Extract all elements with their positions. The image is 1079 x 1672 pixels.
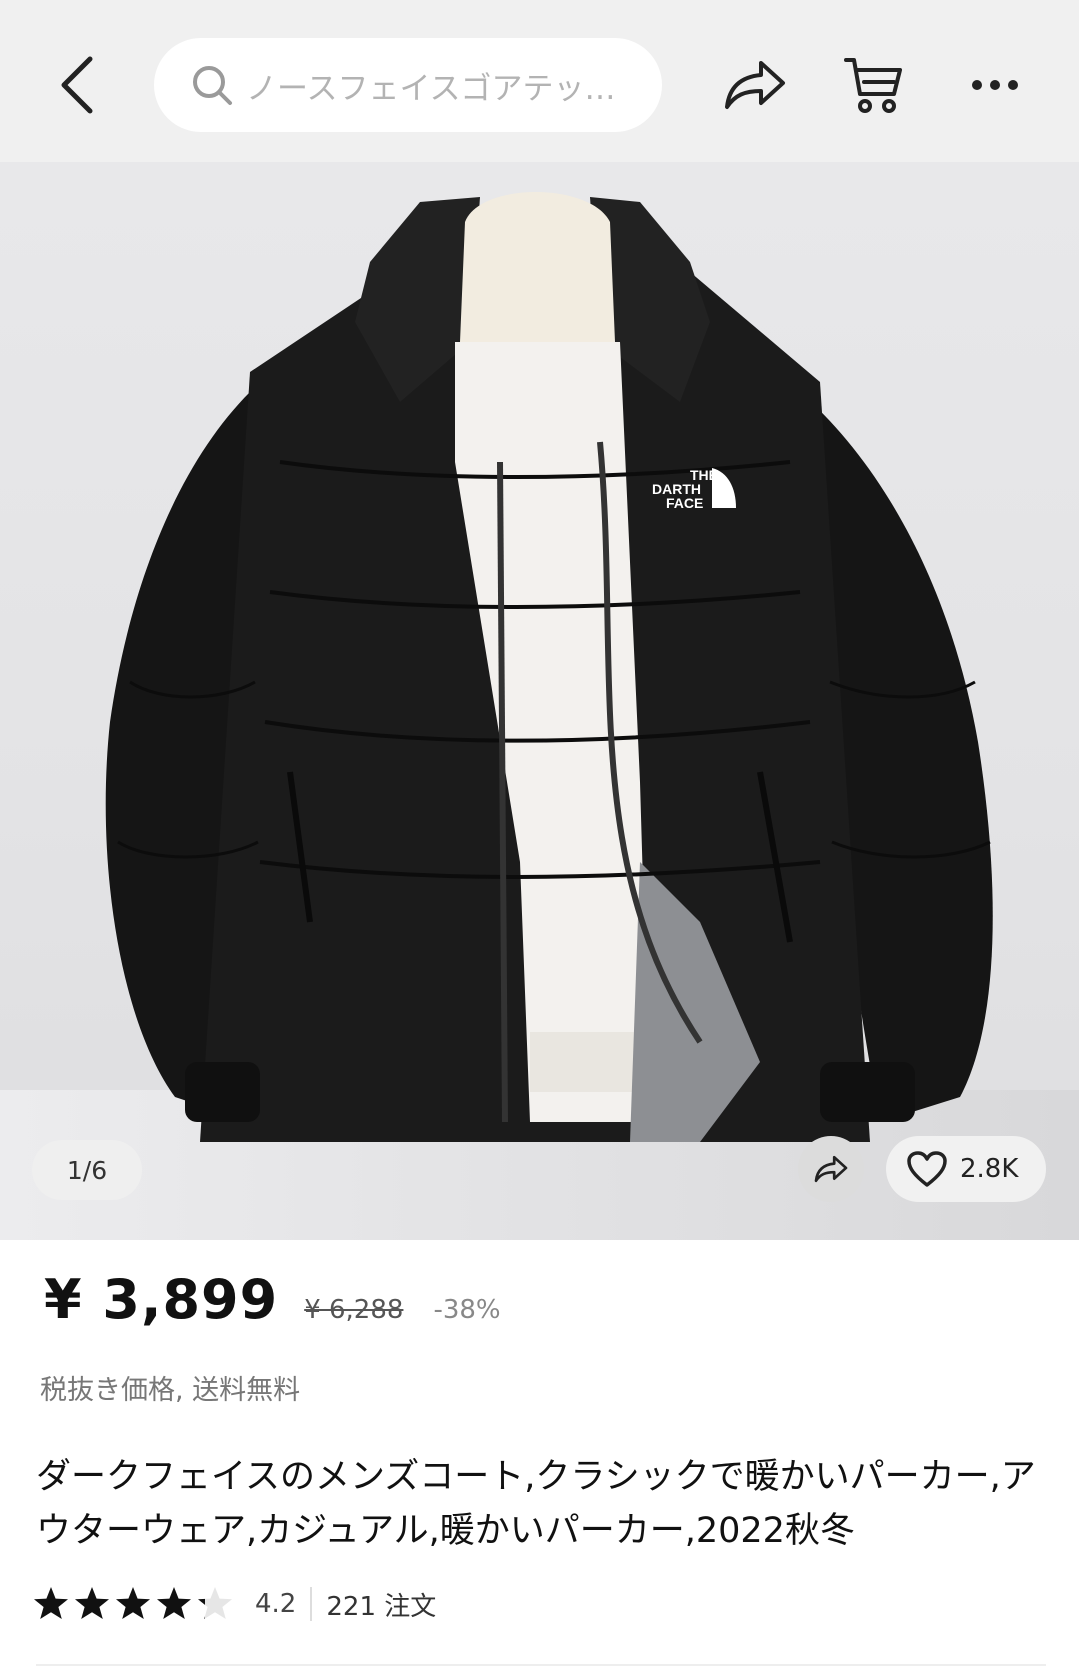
top-bar: ノースフェイスゴアテッ… (0, 0, 1079, 162)
chevron-left-icon (61, 56, 93, 114)
share-icon (814, 1155, 848, 1183)
discount-badge: -38% (433, 1295, 501, 1325)
cart-icon (844, 58, 902, 113)
rating-row[interactable]: 4.2 221 注文 (32, 1584, 436, 1624)
wishlist-button[interactable]: 2.8K (886, 1136, 1046, 1202)
image-share-button[interactable] (798, 1136, 864, 1202)
search-input[interactable]: ノースフェイスゴアテッ… (154, 38, 662, 132)
cart-button[interactable] (838, 50, 908, 120)
price-row: ¥ 3,899 ¥ 6,288 -38% (44, 1268, 501, 1331)
star-icon (198, 1587, 232, 1619)
search-placeholder: ノースフェイスゴアテッ… (246, 70, 616, 107)
share-icon (725, 61, 785, 109)
heart-icon (907, 1151, 947, 1187)
current-price: ¥ 3,899 (44, 1268, 279, 1331)
order-count: 221 注文 (326, 1591, 437, 1622)
star-icon (116, 1587, 150, 1619)
wishlist-count: 2.8K (960, 1154, 1019, 1184)
star-icon (75, 1587, 109, 1619)
product-image: THE DARTH FACE (105, 192, 993, 1142)
rating-value: 4.2 (255, 1589, 297, 1619)
divider (36, 1664, 1046, 1666)
rating-stars (32, 1585, 237, 1623)
original-price: ¥ 6,288 (304, 1295, 404, 1325)
back-button[interactable] (48, 48, 108, 122)
search-icon (193, 66, 232, 105)
product-title: ダークフェイスのメンズコート,クラシックで暖かいパーカー,アウターウェア,カジュ… (36, 1457, 1036, 1551)
star-icon (34, 1587, 68, 1619)
image-counter: 1/6 (32, 1140, 142, 1200)
more-button[interactable] (960, 50, 1030, 120)
tax-shipping-note: 税抜き価格, 送料無料 (40, 1375, 301, 1406)
divider (310, 1587, 313, 1621)
logo-text-3: FACE (666, 495, 703, 511)
product-image-gallery[interactable]: THE DARTH FACE (0, 162, 1079, 1240)
star-icon (157, 1587, 191, 1619)
share-button[interactable] (720, 50, 790, 120)
more-icon (972, 80, 1018, 90)
